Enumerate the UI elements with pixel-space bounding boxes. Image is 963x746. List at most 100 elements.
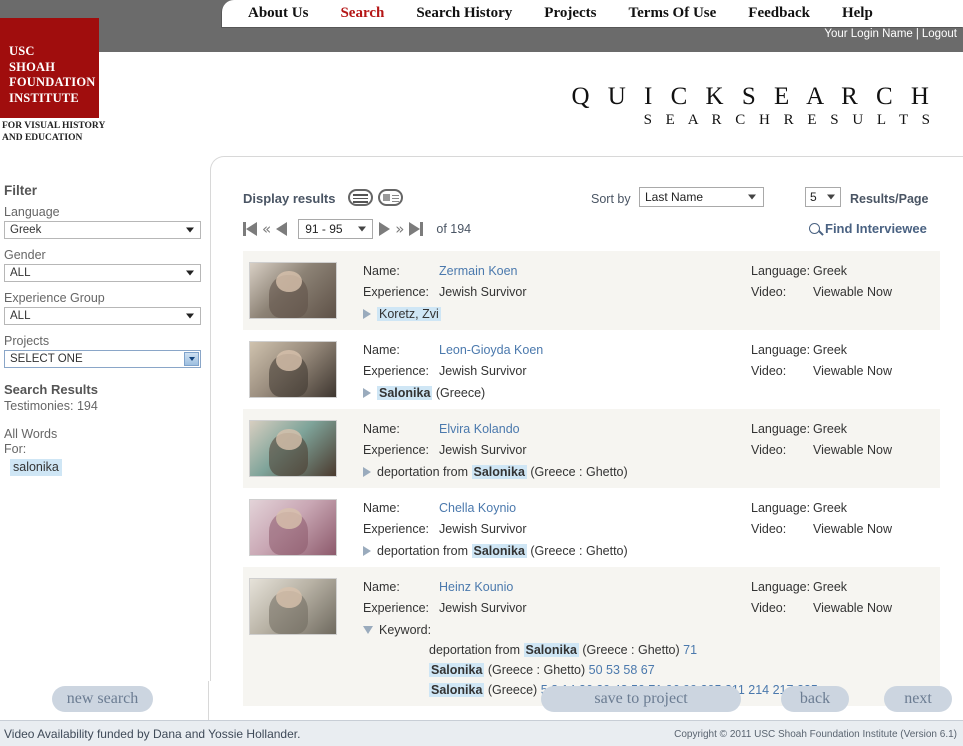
- table-row: Name: Zermain Koen Experience: Jewish Survi…: [243, 251, 940, 330]
- expand-keyword-icon[interactable]: [363, 467, 371, 477]
- result-info: Name: Heinz Kounio Experience: Jewish Survi…: [363, 574, 940, 700]
- interviewee-thumbnail[interactable]: [249, 578, 337, 635]
- chevron-down-icon: [358, 226, 367, 232]
- main-navigation: About Us Search Search History Projects …: [232, 0, 963, 27]
- expand-keyword-icon[interactable]: [363, 546, 371, 556]
- results-per-page-select[interactable]: 5: [805, 187, 841, 207]
- results-per-page-label: Results/Page: [850, 192, 929, 206]
- sort-by-select[interactable]: Last Name: [639, 187, 764, 207]
- save-to-project-button[interactable]: save to project: [541, 686, 741, 712]
- timecode-list[interactable]: 50 53 58 67: [589, 663, 655, 677]
- next-button[interactable]: next: [884, 686, 952, 712]
- next-page-button[interactable]: [379, 222, 391, 236]
- nav-item-help[interactable]: Help: [826, 0, 889, 27]
- usc-shoah-foundation-logo[interactable]: USC SHOAH FOUNDATION INSTITUTE: [0, 18, 99, 118]
- page-range-value: 91 - 95: [305, 222, 343, 236]
- search-results-heading: Search Results: [4, 382, 98, 397]
- logo-line-1: USC: [9, 44, 35, 58]
- chevron-down-icon: [827, 194, 835, 200]
- chevron-down-icon: [186, 227, 194, 233]
- interviewee-thumbnail[interactable]: [249, 341, 337, 398]
- footer-copyright: Copyright © 2011 USC Shoah Foundation In…: [674, 729, 957, 740]
- back-button[interactable]: back: [781, 686, 849, 712]
- language-label: Language:: [751, 264, 811, 278]
- video-value: Viewable Now: [813, 601, 892, 615]
- keyword-match: Salonika: [377, 386, 433, 400]
- nav-item-feedback[interactable]: Feedback: [732, 0, 826, 27]
- name-label: Name:: [363, 422, 400, 436]
- results-toolbar: Display results Sort by Last Name 5 Resu…: [243, 187, 958, 249]
- new-search-button[interactable]: new search: [52, 686, 153, 712]
- detail-view-icon[interactable]: [378, 189, 403, 206]
- video-label: Video:: [751, 522, 787, 536]
- name-label: Name:: [363, 264, 400, 278]
- experience-value: Jewish Survivor: [439, 443, 527, 457]
- interviewee-thumbnail[interactable]: [249, 499, 337, 556]
- interviewee-name-link[interactable]: Leon-Gioyda Koen: [439, 340, 543, 361]
- interviewee-thumbnail[interactable]: [249, 262, 337, 319]
- nav-item-projects[interactable]: Projects: [528, 0, 612, 27]
- projects-select[interactable]: SELECT ONE: [4, 350, 201, 368]
- nav-item-about-us[interactable]: About Us: [232, 0, 324, 27]
- gender-select[interactable]: ALL: [4, 264, 201, 282]
- result-info: Name: Chella Koynio Experience: Jewish Surv…: [363, 495, 940, 561]
- search-query-summary: All Words For: salonika: [4, 427, 206, 476]
- page-footer: Video Availability funded by Dana and Yo…: [0, 720, 963, 746]
- first-page-button[interactable]: [243, 222, 257, 236]
- language-value: Greek: [813, 422, 848, 436]
- login-name[interactable]: Your Login Name: [824, 28, 912, 40]
- next-fast-button[interactable]: »: [395, 222, 404, 237]
- keyword-match: Salonika: [523, 643, 579, 657]
- timecode-list[interactable]: 71: [683, 643, 697, 657]
- language-select[interactable]: Greek: [4, 221, 201, 239]
- previous-fast-button[interactable]: «: [262, 222, 271, 237]
- interviewee-name-link[interactable]: Zermain Koen: [439, 261, 518, 282]
- keyword-text: Koretz, Zvi: [377, 304, 441, 324]
- keyword-collapsed-line: deportation from Salonika (Greece : Ghet…: [363, 541, 940, 561]
- table-row: Name: Chella Koynio Experience: Jewish Surv…: [243, 488, 940, 567]
- language-value: Greek: [813, 343, 848, 357]
- page-title: Q U I C K S E A R C H: [571, 83, 935, 110]
- result-info: Name: Leon-Gioyda Koen Experience: Jewish S…: [363, 337, 940, 403]
- keyword-match: Koretz, Zvi: [377, 307, 441, 321]
- language-value: Greek: [10, 224, 42, 236]
- result-right-column: Language: Greek Video: Viewable Now: [751, 261, 892, 303]
- all-words-label: All Words: [4, 427, 58, 441]
- list-view-icon[interactable]: [348, 189, 373, 206]
- experience-label: Experience:: [363, 443, 430, 457]
- logo-subtitle-line-1: FOR VISUAL HISTORY: [2, 121, 106, 131]
- expand-keyword-icon[interactable]: [363, 309, 371, 319]
- interviewee-thumbnail[interactable]: [249, 420, 337, 477]
- filter-sidebar: Filter Language Greek Gender ALL Experie…: [0, 183, 206, 476]
- find-interviewee-link[interactable]: Find Interviewee: [809, 221, 927, 236]
- gender-value: ALL: [10, 267, 31, 279]
- total-results-label: of 194: [436, 222, 472, 236]
- nav-item-terms-of-use[interactable]: Terms Of Use: [613, 0, 733, 27]
- nav-item-search[interactable]: Search: [324, 0, 400, 27]
- page-subtitle: S E A R C H R E S U L T S: [643, 112, 935, 128]
- nav-item-search-history[interactable]: Search History: [400, 0, 528, 27]
- previous-page-button[interactable]: [276, 222, 288, 236]
- interviewee-name-link[interactable]: Elvira Kolando: [439, 419, 520, 440]
- last-page-button[interactable]: [409, 222, 424, 236]
- testimonies-count: Testimonies: 194: [4, 399, 98, 413]
- projects-value: SELECT ONE: [10, 353, 83, 365]
- experience-group-select[interactable]: ALL: [4, 307, 201, 325]
- logout-link[interactable]: Logout: [922, 28, 957, 40]
- experience-group-value: ALL: [10, 310, 31, 322]
- expand-keyword-icon[interactable]: [363, 388, 371, 398]
- keyword-collapsed-line: deportation from Salonika (Greece : Ghet…: [363, 462, 940, 482]
- interviewee-name-link[interactable]: Heinz Kounio: [439, 577, 513, 598]
- login-separator: |: [915, 28, 919, 40]
- experience-value: Jewish Survivor: [439, 522, 527, 536]
- results-per-page-value: 5: [810, 190, 817, 204]
- collapse-keyword-icon[interactable]: [363, 626, 373, 634]
- page-range-select[interactable]: 91 - 95: [298, 219, 374, 239]
- result-right-column: Language: Greek Video: Viewable Now: [751, 340, 892, 382]
- interviewee-name-link[interactable]: Chella Koynio: [439, 498, 516, 519]
- logo-subtitle: FOR VISUAL HISTORY AND EDUCATION: [2, 120, 142, 144]
- keyword-header-label: Keyword:: [379, 623, 432, 637]
- name-label: Name:: [363, 580, 400, 594]
- keyword-collapsed-line: Salonika (Greece): [363, 383, 940, 403]
- pagination-controls: « 91 - 95 » of 194: [243, 218, 471, 240]
